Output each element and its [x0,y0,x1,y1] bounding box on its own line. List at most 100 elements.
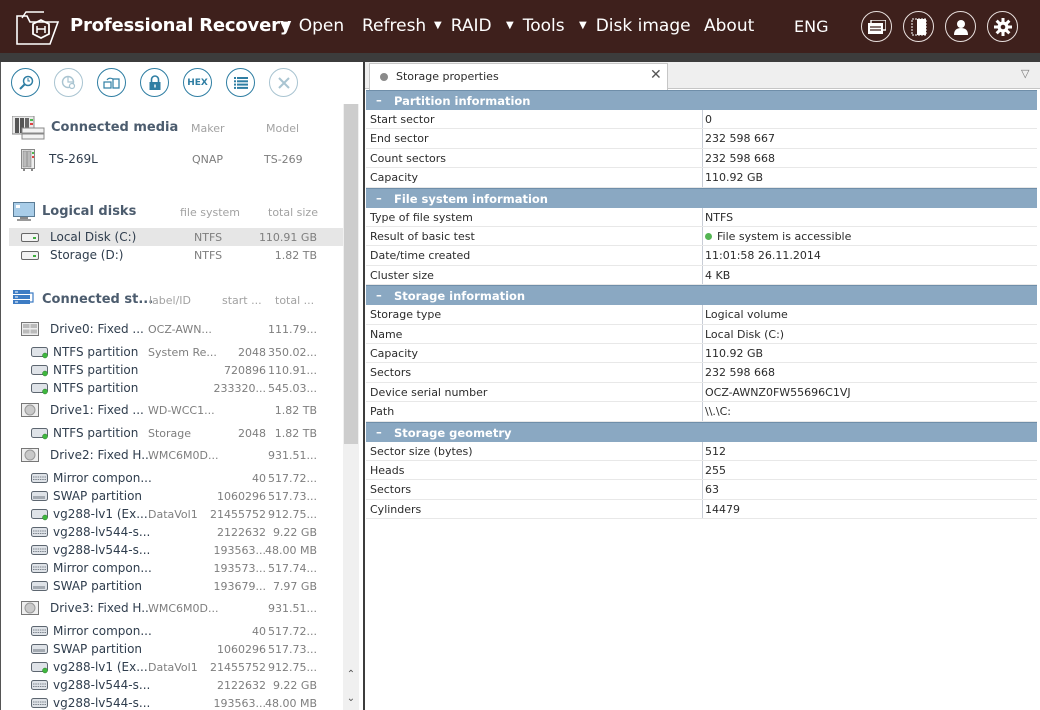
close-storage-button[interactable] [269,68,298,97]
property-row: Count sectors 232 598 668 [366,148,1037,169]
property-row: Cluster size 4 KB [366,265,1037,286]
partition-item[interactable]: SWAP partition 1060296 517.73... [9,640,343,658]
storage-total: 111.79... [268,323,317,336]
lock-icon [149,74,160,90]
storage-start: 720896 [224,364,266,377]
partition-item[interactable]: NTFS partition 233320... 545.03... [9,379,343,397]
language-selector[interactable]: ENG [794,17,828,36]
column-divider [702,402,703,421]
col-file-system: file system [180,206,241,219]
logical-disk-icon [21,233,39,242]
settings-button[interactable] [987,11,1018,42]
section-header[interactable]: – Storage information [366,285,1037,306]
partition-item[interactable]: vg288-lv1 (Ex... DataVol1 21455752 912.75..… [9,658,343,676]
partition-item[interactable]: Mirror compon... 40 517.72... [9,622,343,640]
partition-item[interactable]: NTFS partition 720896 110.91... [9,361,343,379]
property-value-text: 232 598 668 [705,151,775,165]
tree-scrollbar-thumb[interactable] [344,104,358,444]
storage-name: vg288-lv1 (Ex... [53,507,148,521]
panel-layout-button[interactable] [903,11,934,42]
menu-tools[interactable]: ▼ Tools [506,16,565,36]
partition-item[interactable]: vg288-lv544-s... 193563... 48.00 MB [9,541,343,559]
logical-disk-fs: NTFS [194,231,223,244]
partition-item[interactable]: vg288-lv544-s... 2122632 9.22 GB [9,676,343,694]
col-model: Model [266,122,300,135]
property-value: 63 [705,483,719,496]
partition-item[interactable]: SWAP partition 1060296 517.73... [9,487,343,505]
ssd-icon [21,322,39,336]
tab-label: Storage properties [396,70,499,83]
column-divider [702,227,703,246]
collapse-minus-icon[interactable]: – [376,425,382,439]
storage-total: 912.75... [268,508,317,521]
section-header[interactable]: – File system information [366,187,1037,208]
menu-open[interactable]: ▼ Open [282,16,344,36]
tab-storage-properties[interactable]: Storage properties ✕ [369,63,668,90]
partition-item[interactable]: SWAP partition 193679... 7.97 GB [9,577,343,595]
storage-total: 110.91... [268,364,317,377]
partition-item[interactable]: NTFS partition System Re... 2048 350.02... [9,343,343,361]
property-value: 0 [705,113,712,126]
property-value-text: 232 598 667 [705,132,775,146]
windows-button[interactable] [861,11,892,42]
partition-item[interactable]: NTFS partition Storage 2048 1.82 TB [9,424,343,442]
logical-disk-item[interactable]: Local Disk (C:) NTFS 110.91 GB [9,228,343,246]
storage-start: 193573... [213,562,266,575]
storage-label: DataVol1 [148,661,198,674]
storage-start: 193679... [213,580,266,593]
create-image-button[interactable] [97,68,126,97]
partition-item[interactable]: Mirror compon... 40 517.72... [9,469,343,487]
lock-button[interactable] [140,68,169,97]
user-button[interactable] [945,11,976,42]
media-item[interactable]: TS-269L QNAP TS-269 [9,149,343,171]
menu-disk-image[interactable]: ▼ Disk image [579,16,691,36]
properties-panel: Storage properties ✕ ▽ – Partition inform… [365,62,1040,710]
hex-viewer-button[interactable]: HEX [183,68,212,97]
tab-list-dropdown-icon[interactable]: ▽ [1021,67,1029,80]
panel-layout-icon [911,18,926,35]
connected-storages-header: Connected st... label/ID start ... total… [1,288,341,312]
menu-raid[interactable]: ▼ RAID [434,16,492,36]
partition-item[interactable]: vg288-lv1 (Ex... DataVol1 21455752 912.75..… [9,505,343,523]
column-divider [702,324,703,343]
property-key: Storage type [370,308,442,322]
property-row: Name Local Disk (C:) [366,324,1037,344]
logical-disks-title: Logical disks [42,204,137,219]
partition-item[interactable]: vg288-lv544-s... 2122632 9.22 GB [9,523,343,541]
menu-refresh[interactable]: Refresh [362,16,426,36]
column-divider [702,499,703,519]
logical-disk-item[interactable]: Storage (D:) NTFS 1.82 TB [9,246,343,264]
scan-button[interactable] [11,68,40,97]
storage-start: 21455752 [210,508,266,521]
scroll-down-arrow-icon[interactable]: ⌄ [344,692,358,706]
column-divider [702,363,703,382]
property-row: Start sector 0 [366,110,1037,130]
partition-item[interactable]: vg288-lv544-s... 193563... 48.00 MB [9,694,343,710]
drive-item[interactable]: Drive1: Fixed ... WD-WCC1... 1.82 TB [9,401,343,419]
partition-icon [31,428,48,440]
logical-disk-size: 1.82 TB [274,249,317,262]
list-view-button[interactable] [226,68,255,97]
menu-about[interactable]: About [704,16,754,36]
partition-item[interactable]: Mirror compon... 193573... 517.74... [9,559,343,577]
logical-disks-header: Logical disks file system total size [1,200,341,224]
section-header[interactable]: – Storage geometry [366,421,1037,442]
collapse-minus-icon[interactable]: – [376,191,382,205]
storage-name: SWAP partition [53,489,143,503]
collapse-minus-icon[interactable]: – [376,93,382,107]
collapse-minus-icon[interactable]: – [376,288,382,302]
drive-item[interactable]: Drive0: Fixed ... OCZ-AWN... 111.79... [9,320,343,338]
file-types-chart-button[interactable] [54,68,83,97]
property-key: Name [370,327,403,341]
scroll-up-arrow-icon[interactable]: ⌃ [344,668,358,682]
property-value: 4 KB [705,269,730,282]
tab-close-icon[interactable]: ✕ [650,67,662,83]
storage-name: Drive2: Fixed H... [50,448,153,462]
storage-name: vg288-lv544-s... [53,678,151,692]
storage-name: NTFS partition [53,363,139,377]
media-maker: QNAP [192,153,224,166]
drive-item[interactable]: Drive3: Fixed H... WMC6M0D... 931.51... [9,599,343,617]
drive-item[interactable]: Drive2: Fixed H... WMC6M0D... 931.51... [9,446,343,464]
section-header[interactable]: – Partition information [366,90,1037,110]
storage-start: 1060296 [217,643,266,656]
